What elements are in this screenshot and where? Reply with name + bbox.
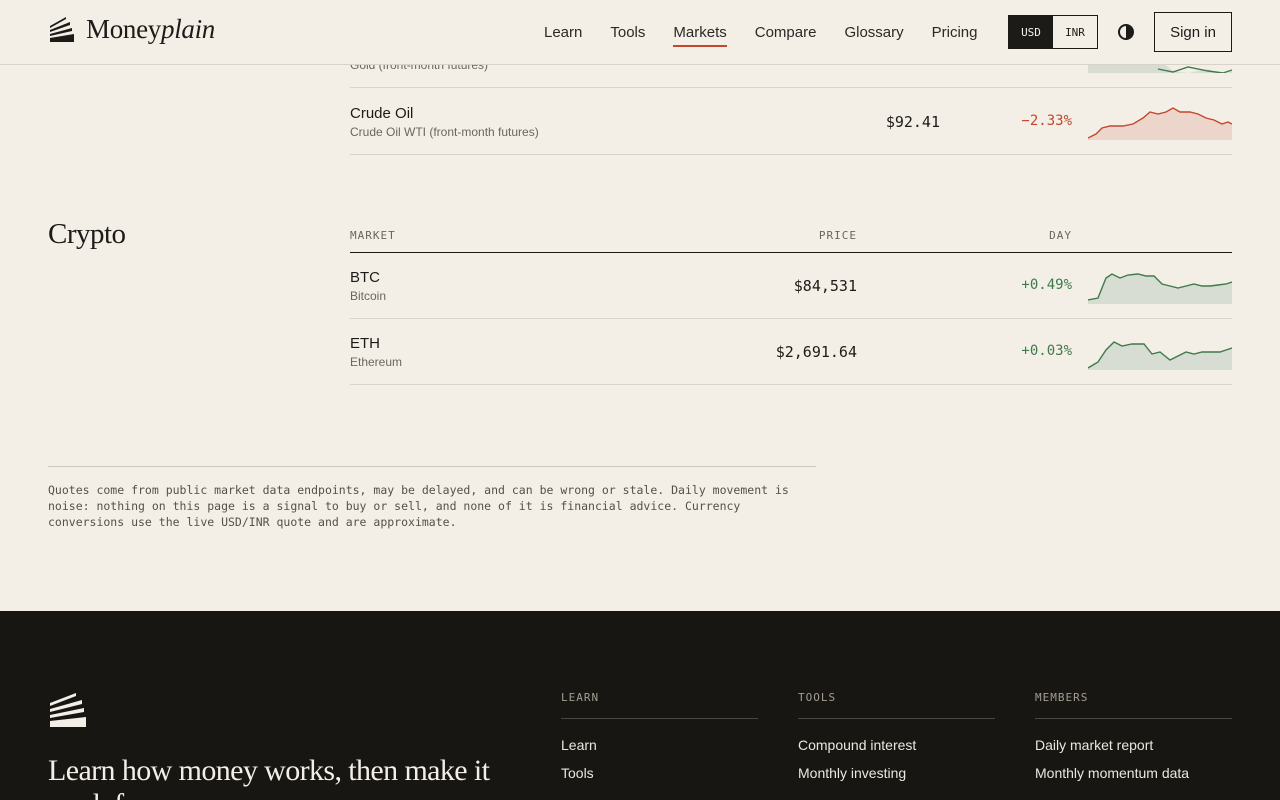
nav-pricing[interactable]: Pricing: [932, 0, 978, 64]
footer-heading: LEARN: [561, 691, 758, 719]
brand-logo[interactable]: Moneyplain: [48, 14, 215, 45]
market-description: Ethereum: [350, 355, 403, 369]
disclaimer-text: Quotes come from public market data endp…: [48, 483, 789, 529]
main-nav: Learn Tools Markets Compare Glossary Pri…: [544, 0, 1006, 64]
footer-logo-icon[interactable]: [48, 693, 88, 729]
theme-toggle-icon[interactable]: [1116, 22, 1136, 42]
footer-heading: TOOLS: [798, 691, 995, 719]
nav-learn[interactable]: Learn: [544, 0, 582, 64]
market-price: $84,531: [793, 277, 857, 295]
nav-compare[interactable]: Compare: [755, 0, 817, 64]
column-header-day: DAY: [1049, 229, 1072, 242]
footer-link[interactable]: Learn: [561, 737, 758, 753]
brand-name: Moneyplain: [86, 14, 216, 44]
nav-glossary[interactable]: Glossary: [844, 0, 903, 64]
market-price: $2,691.64: [775, 343, 857, 361]
sparkline-btc: [1088, 273, 1232, 304]
currency-usd-button[interactable]: USD: [1009, 16, 1053, 48]
footer-link[interactable]: Compound interest: [798, 737, 995, 753]
footer-heading: MEMBERS: [1035, 691, 1232, 719]
footer-link[interactable]: Tools: [561, 765, 758, 781]
section-title-crypto: Crypto: [48, 218, 126, 250]
market-price: $92.41: [885, 113, 940, 131]
market-description: Crude Oil WTI (front-month futures): [350, 125, 539, 139]
site-footer: Learn how money works, then make it work…: [0, 611, 1280, 800]
sparkline-crude-oil: [1088, 107, 1232, 140]
footer-link[interactable]: Monthly investing: [798, 765, 995, 781]
footer-column-tools: TOOLS Compound interest Monthly investin…: [798, 691, 995, 781]
market-day-change: −2.33%: [1021, 113, 1072, 129]
market-symbol: Crude Oil: [350, 105, 414, 122]
sign-in-button[interactable]: Sign in: [1154, 12, 1232, 52]
nav-markets[interactable]: Markets: [673, 0, 728, 64]
crypto-row-eth[interactable]: ETH Ethereum $2,691.64 +0.03%: [350, 318, 1232, 385]
top-header: Moneyplain Learn Tools Markets Compare G…: [0, 0, 1280, 65]
market-symbol: ETH: [350, 335, 380, 352]
market-symbol: BTC: [350, 269, 380, 286]
footer-link[interactable]: Daily market report: [1035, 737, 1232, 753]
column-header-market: MARKET: [350, 229, 396, 242]
market-day-change: +0.49%: [1021, 277, 1072, 293]
footer-column-members: MEMBERS Daily market report Monthly mome…: [1035, 691, 1232, 781]
nav-tools[interactable]: Tools: [610, 0, 645, 64]
currency-toggle: USD INR: [1008, 15, 1098, 49]
column-header-price: PRICE: [818, 229, 857, 242]
footer-link[interactable]: Monthly momentum data: [1035, 765, 1232, 781]
footer-tagline: Learn how money works, then make it work…: [48, 754, 490, 800]
disclaimer-divider: [48, 466, 816, 467]
commodity-row-crude-oil[interactable]: Crude Oil Crude Oil WTI (front-month fut…: [350, 88, 1232, 155]
market-description: Bitcoin: [350, 289, 387, 303]
crypto-row-btc[interactable]: BTC Bitcoin $84,531 +0.49%: [350, 252, 1232, 319]
sparkline-eth: [1088, 341, 1232, 370]
footer-column-learn: LEARN Learn Tools: [561, 691, 758, 781]
market-day-change: +0.03%: [1021, 343, 1072, 359]
logo-icon: [50, 16, 74, 42]
crypto-table-header: MARKET PRICE DAY: [350, 226, 1232, 253]
currency-inr-button[interactable]: INR: [1053, 16, 1097, 48]
